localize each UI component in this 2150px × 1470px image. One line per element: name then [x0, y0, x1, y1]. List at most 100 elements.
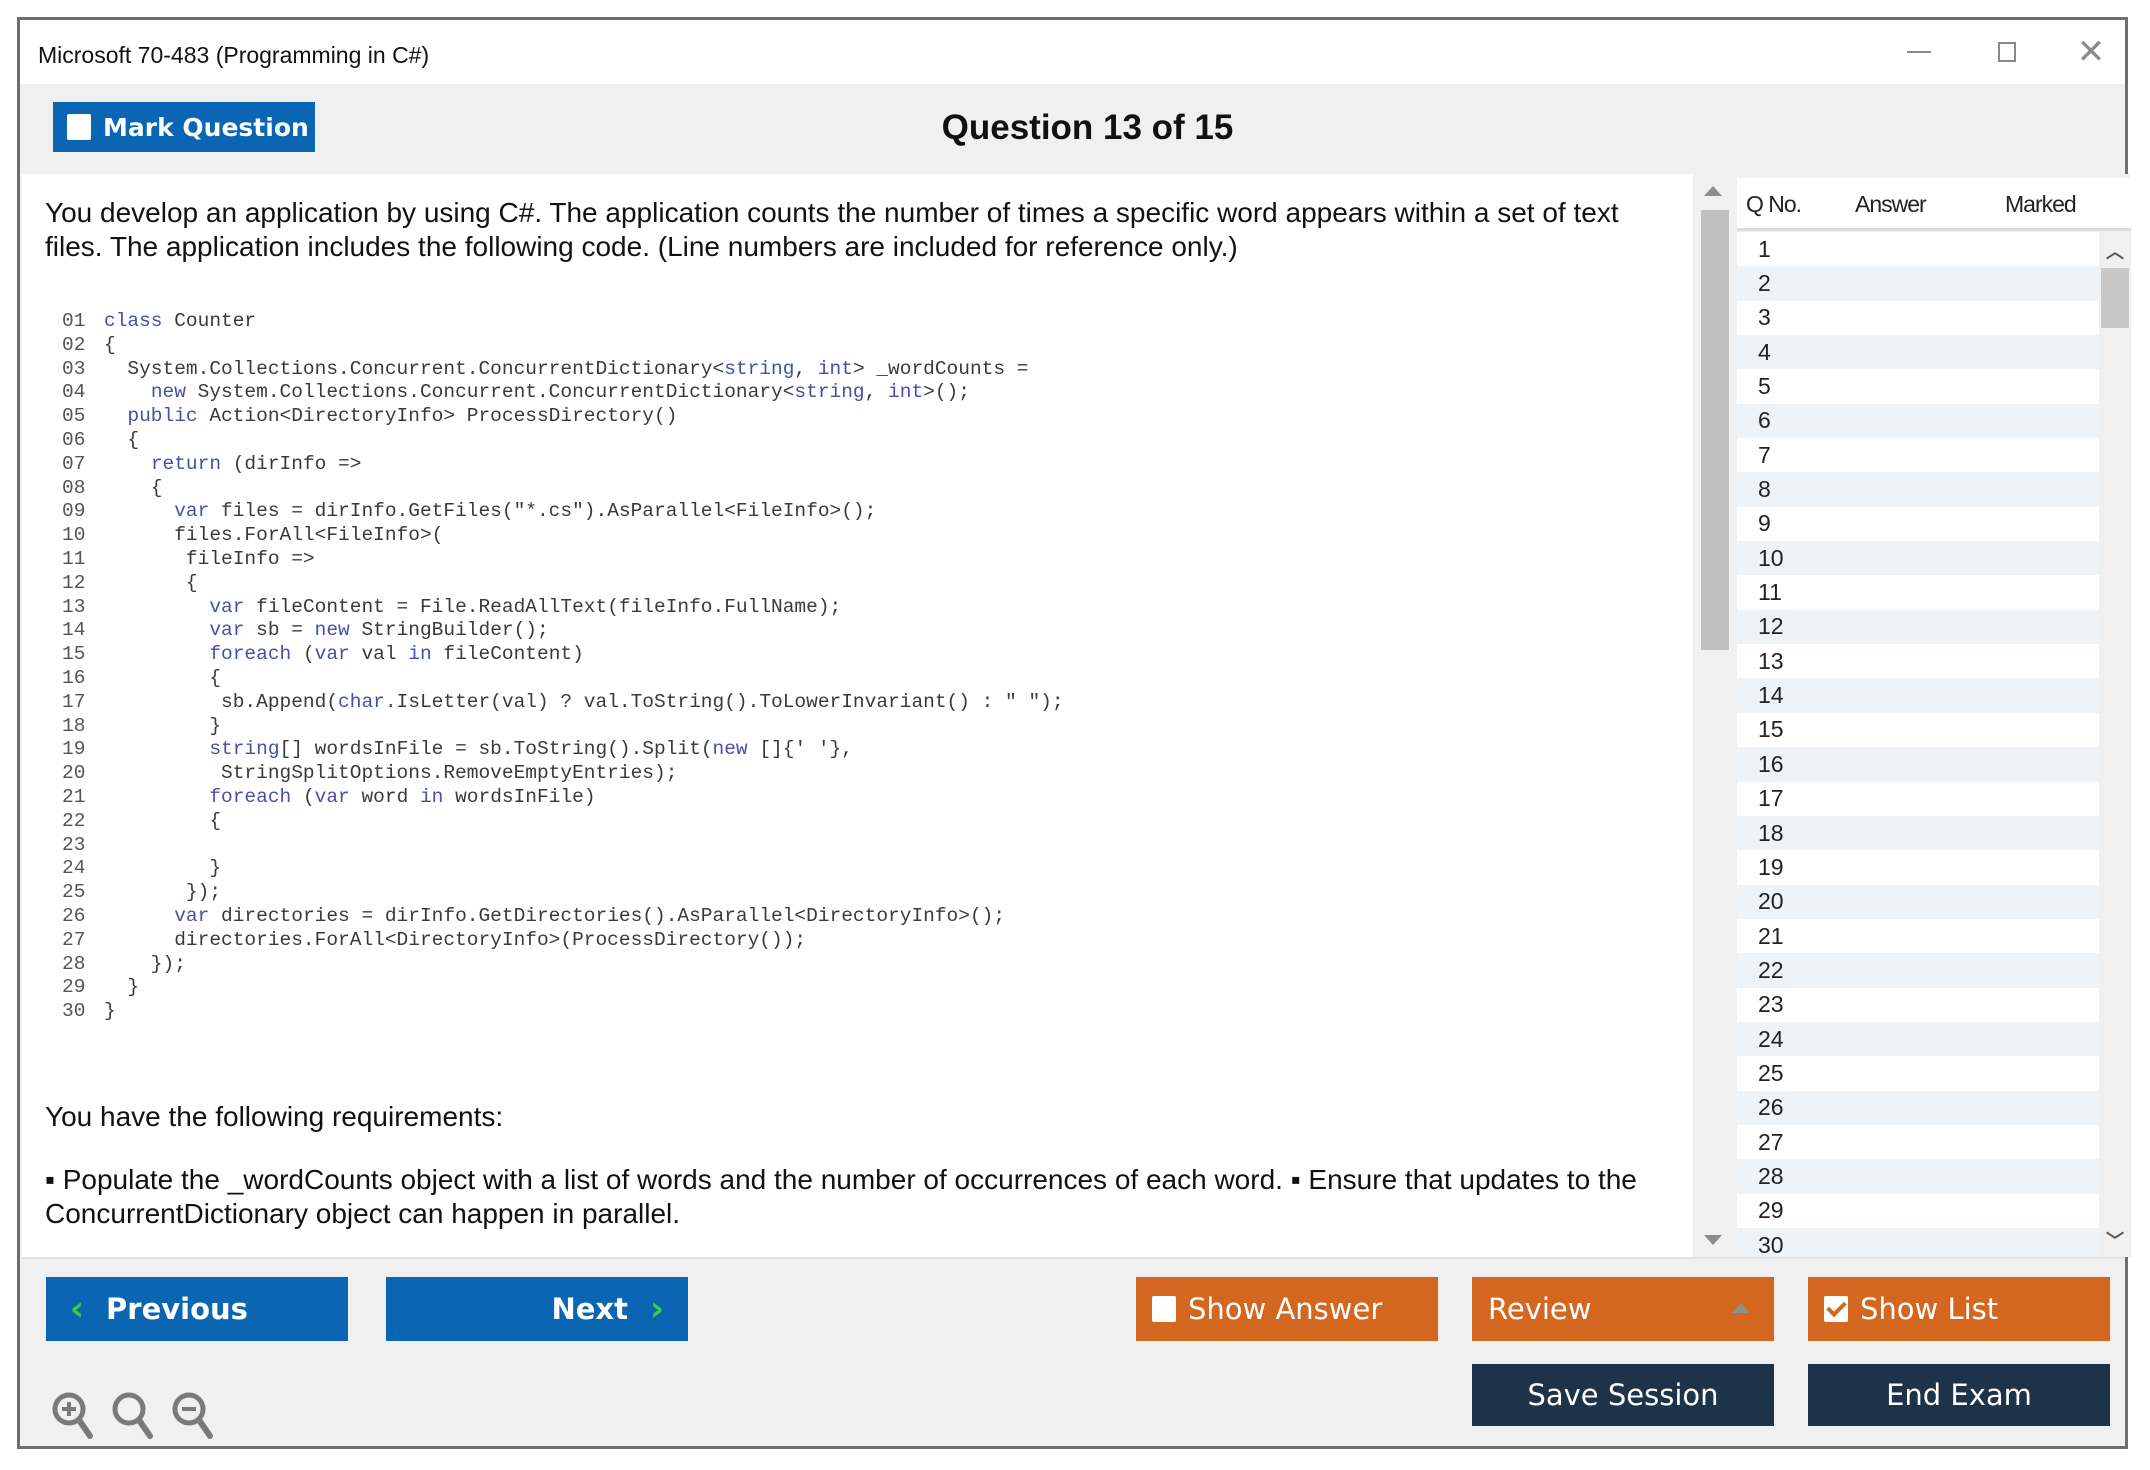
list-scrollbar-thumb[interactable] [2101, 268, 2129, 328]
chevron-down-icon[interactable]: ﹀ [2099, 1227, 2131, 1253]
chevron-up-icon[interactable]: ︿ [2099, 238, 2131, 264]
scroll-up-icon[interactable] [1704, 186, 1722, 196]
question-list-row[interactable]: 3 [1737, 301, 2099, 335]
question-list-row[interactable]: 12 [1737, 609, 2099, 645]
code-line-number: 10 [62, 524, 86, 547]
code-line-text: directories.ForAll<DirectoryInfo>(Proces… [104, 928, 807, 951]
zoom-reset-icon[interactable] [110, 1390, 156, 1440]
code-line: 17 sb.Append(char.IsLetter(val) ? val.To… [62, 691, 1064, 715]
question-list-row[interactable]: 22 [1737, 953, 2099, 988]
question-list-row[interactable]: 28 [1737, 1159, 2099, 1194]
question-list-row[interactable]: 25 [1737, 1056, 2099, 1090]
question-list-row[interactable]: 15 [1737, 713, 2099, 747]
code-line-text: string[] wordsInFile = sb.ToString().Spl… [209, 738, 853, 761]
code-line-number: 11 [62, 547, 86, 570]
code-line-number: 18 [62, 714, 86, 737]
question-list-row[interactable]: 17 [1737, 782, 2099, 816]
question-list-row[interactable]: 20 [1737, 884, 2099, 919]
zoom-controls [50, 1390, 216, 1440]
column-marked[interactable]: Marked [2005, 191, 2077, 218]
question-number: 11 [1758, 579, 1782, 606]
question-list-row[interactable]: 27 [1737, 1125, 2099, 1159]
zoom-in-icon[interactable] [50, 1390, 96, 1440]
caret-up-icon [1732, 1303, 1750, 1313]
code-line-number: 20 [62, 762, 86, 785]
code-line-text: fileInfo => [104, 547, 315, 570]
scroll-down-icon[interactable] [1704, 1235, 1722, 1245]
question-list-header: Q No. Answer Marked [1737, 178, 2131, 231]
code-line-number: 05 [62, 405, 86, 428]
zoom-out-icon[interactable] [170, 1390, 216, 1440]
question-list-row[interactable]: 13 [1737, 644, 2099, 678]
question-list-panel: Q No. Answer Marked 1 2 3 4 5 6 7 8 9 10 11 12 13 14 1… [1737, 174, 2131, 1257]
code-line-number: 23 [62, 833, 86, 856]
close-button[interactable]: ✕ [2061, 30, 2121, 74]
requirements-text: ▪ Populate the _wordCounts object with a… [45, 1164, 1637, 1229]
code-line-text: } [104, 976, 140, 999]
code-block: 01 class Counter 02 {03 System.Collections.… [62, 310, 1064, 1024]
question-number: 28 [1758, 1162, 1784, 1189]
question-list-row[interactable]: 23 [1737, 988, 2099, 1022]
code-line: 23 [62, 834, 1064, 858]
question-number: 2 [1758, 270, 1771, 297]
question-number: 9 [1758, 510, 1771, 537]
question-list-row[interactable]: 11 [1737, 575, 2099, 609]
question-number: 18 [1758, 819, 1784, 846]
question-list-scrollbar[interactable]: ︿ ﹀ [2099, 232, 2131, 1257]
code-line-number: 24 [62, 857, 86, 880]
question-number: 24 [1758, 1025, 1784, 1052]
previous-button[interactable]: ‹ Previous [46, 1277, 348, 1341]
show-list-button[interactable]: Show List [1808, 1277, 2110, 1341]
question-list-row[interactable]: 16 [1737, 747, 2099, 782]
question-list-row[interactable]: 21 [1737, 919, 2099, 953]
code-line-number: 15 [62, 643, 86, 666]
question-list-row[interactable]: 2 [1737, 266, 2099, 301]
content-scrollbar[interactable] [1695, 174, 1731, 1257]
end-exam-button[interactable]: End Exam [1808, 1364, 2110, 1426]
title-bar: Microsoft 70-483 (Programming in C#) ✕ [20, 20, 2125, 84]
question-list-row[interactable]: 30 [1737, 1227, 2099, 1257]
question-list-row[interactable]: 4 [1737, 335, 2099, 370]
column-q-no[interactable]: Q No. [1746, 191, 1802, 218]
question-list-row[interactable]: 26 [1737, 1090, 2099, 1125]
save-session-button[interactable]: Save Session [1472, 1364, 1774, 1426]
checkbox-checked-icon [1824, 1296, 1848, 1322]
code-line-text: var fileContent = File.ReadAllText(fileI… [209, 595, 842, 618]
question-list-row[interactable]: 9 [1737, 507, 2099, 541]
question-list-row[interactable]: 14 [1737, 678, 2099, 713]
question-list-row[interactable]: 7 [1737, 438, 2099, 472]
code-line-text: { [104, 476, 163, 499]
question-list-row[interactable]: 5 [1737, 369, 2099, 403]
code-line-number: 27 [62, 928, 86, 951]
code-line-number: 16 [62, 666, 86, 689]
code-line-number: 07 [62, 452, 86, 475]
question-list-row[interactable]: 1 [1737, 232, 2099, 266]
review-button[interactable]: Review [1472, 1277, 1774, 1341]
question-list-row[interactable]: 10 [1737, 541, 2099, 576]
question-list-row[interactable]: 8 [1737, 472, 2099, 507]
next-button[interactable]: Next › [386, 1277, 688, 1341]
question-list-row[interactable]: 19 [1737, 850, 2099, 884]
code-line-text: public Action<DirectoryInfo> ProcessDire… [127, 405, 678, 428]
review-label: Review [1488, 1292, 1592, 1326]
code-line-text: { [104, 809, 222, 832]
code-line-number: 09 [62, 500, 86, 523]
code-line: 07 return (dirInfo => [62, 453, 1064, 477]
question-number: 5 [1758, 373, 1771, 400]
scrollbar-thumb[interactable] [1701, 210, 1729, 650]
code-line-text: { [104, 333, 116, 356]
show-answer-button[interactable]: Show Answer [1136, 1277, 1438, 1341]
question-number: 14 [1758, 682, 1784, 709]
question-list-row[interactable]: 29 [1737, 1194, 2099, 1228]
question-number: 22 [1758, 956, 1784, 983]
maximize-button[interactable] [1977, 30, 2037, 74]
question-list-row[interactable]: 24 [1737, 1021, 2099, 1057]
question-list-row[interactable]: 6 [1737, 403, 2099, 439]
code-line: 14 var sb = new StringBuilder(); [62, 619, 1064, 643]
code-line-number: 01 [62, 310, 86, 332]
question-number: 30 [1758, 1231, 1784, 1257]
minimize-button[interactable] [1889, 30, 1949, 74]
column-answer[interactable]: Answer [1855, 191, 1927, 218]
question-number: 7 [1758, 441, 1771, 468]
question-list-row[interactable]: 18 [1737, 815, 2099, 851]
